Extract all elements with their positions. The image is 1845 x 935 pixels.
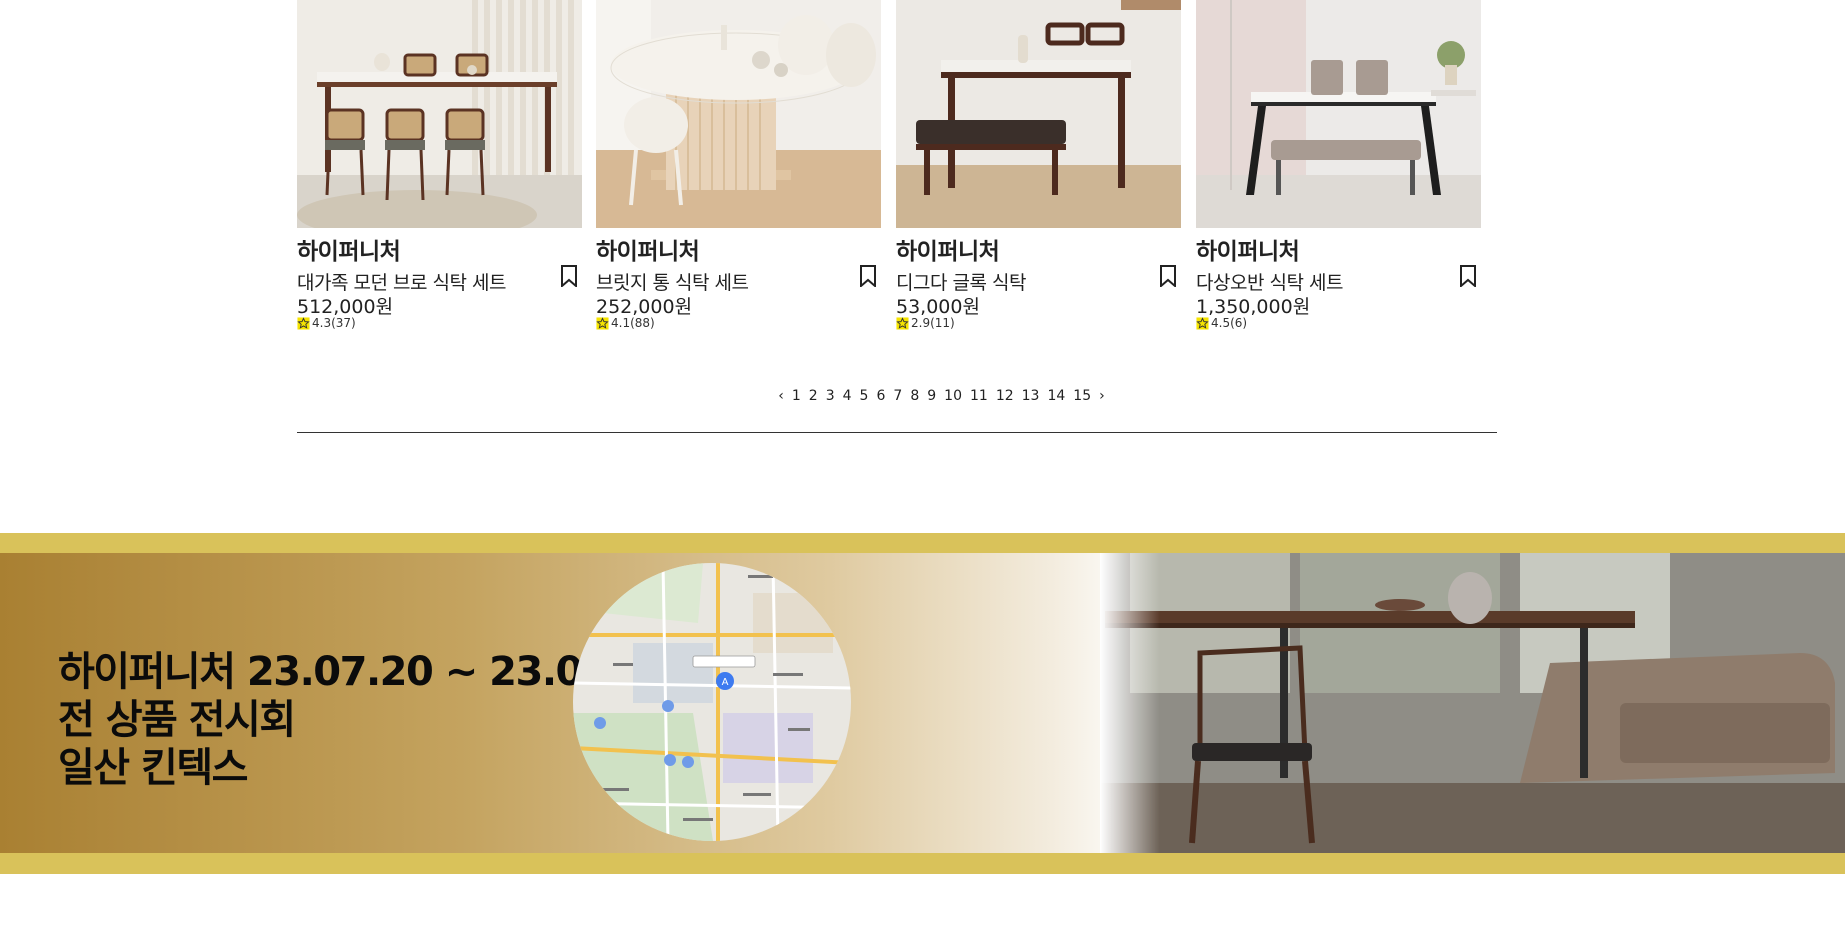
page-number[interactable]: 14 bbox=[1043, 388, 1069, 404]
rating-value: 4.1(88) bbox=[611, 316, 655, 330]
product-card[interactable]: 하이퍼니처 디그다 글록 식탁 53,000원 2.9(11) bbox=[896, 0, 1181, 330]
banner-background: 하이퍼니처 23.07.20 ~ 23.07.23 전 상품 전시회 일산 킨텍… bbox=[0, 553, 1845, 853]
product-card[interactable]: 하이퍼니처 브릿지 통 식탁 세트 252,000원 4.1(88) bbox=[596, 0, 881, 330]
product-price: 512,000원 bbox=[297, 296, 394, 318]
page-number[interactable]: 10 bbox=[940, 388, 966, 404]
next-page-button[interactable]: › bbox=[1095, 388, 1109, 404]
page-number[interactable]: 9 bbox=[923, 388, 940, 404]
brand-name: 하이퍼니처 bbox=[896, 239, 1000, 265]
product-name[interactable]: 브릿지 통 식탁 세트 bbox=[596, 268, 749, 295]
star-icon bbox=[297, 316, 310, 330]
product-grid: 하이퍼니처 대가족 모던 브로 식탁 세트 512,000원 4.3(37) 하… bbox=[297, 0, 1497, 350]
page-number[interactable]: 8 bbox=[906, 388, 923, 404]
bookmark-icon[interactable] bbox=[859, 265, 877, 287]
product-price: 53,000원 bbox=[896, 296, 980, 318]
product-rating: 4.5(6) bbox=[1196, 316, 1247, 330]
product-price: 1,350,000원 bbox=[1196, 296, 1311, 318]
page-number[interactable]: 12 bbox=[992, 388, 1018, 404]
product-price: 252,000원 bbox=[596, 296, 693, 318]
brand-name: 하이퍼니처 bbox=[1196, 239, 1300, 265]
product-card[interactable]: 하이퍼니처 다상오반 식탁 세트 1,350,000원 4.5(6) bbox=[1196, 0, 1481, 330]
star-icon bbox=[1196, 316, 1209, 330]
product-name[interactable]: 디그다 글록 식탁 bbox=[896, 268, 1026, 295]
product-rating: 4.3(37) bbox=[297, 316, 356, 330]
brand-name: 하이퍼니처 bbox=[596, 239, 700, 265]
star-icon bbox=[596, 316, 609, 330]
product-rating: 2.9(11) bbox=[896, 316, 955, 330]
section-divider bbox=[297, 432, 1497, 433]
page-number[interactable]: 5 bbox=[856, 388, 873, 404]
page-number[interactable]: 2 bbox=[805, 388, 822, 404]
bookmark-icon[interactable] bbox=[560, 265, 578, 287]
bookmark-icon[interactable] bbox=[1459, 265, 1477, 287]
svg-text:A: A bbox=[722, 677, 729, 688]
product-name[interactable]: 다상오반 식탁 세트 bbox=[1196, 268, 1343, 295]
location-map[interactable]: A bbox=[573, 563, 851, 841]
product-rating: 4.1(88) bbox=[596, 316, 655, 330]
product-image[interactable] bbox=[1196, 0, 1481, 228]
bookmark-icon[interactable] bbox=[1159, 265, 1177, 287]
product-image[interactable] bbox=[596, 0, 881, 228]
page-number[interactable]: 15 bbox=[1069, 388, 1095, 404]
page-number[interactable]: 11 bbox=[966, 388, 992, 404]
page-number[interactable]: 1 bbox=[788, 388, 805, 404]
page-number[interactable]: 4 bbox=[839, 388, 856, 404]
page-number[interactable]: 13 bbox=[1018, 388, 1044, 404]
product-image[interactable] bbox=[896, 0, 1181, 228]
product-image[interactable] bbox=[297, 0, 582, 228]
rating-value: 4.3(37) bbox=[312, 316, 356, 330]
dining-room-photo bbox=[1100, 553, 1845, 853]
pagination: ‹ 1 2 3 4 5 6 7 8 9 10 11 12 13 14 15 › bbox=[0, 388, 1845, 404]
product-card[interactable]: 하이퍼니처 대가족 모던 브로 식탁 세트 512,000원 4.3(37) bbox=[297, 0, 582, 330]
page-number[interactable]: 3 bbox=[822, 388, 839, 404]
prev-page-button[interactable]: ‹ bbox=[774, 388, 788, 404]
rating-value: 2.9(11) bbox=[911, 316, 955, 330]
product-name[interactable]: 대가족 모던 브로 식탁 세트 bbox=[297, 268, 506, 295]
page-number[interactable]: 6 bbox=[872, 388, 889, 404]
star-icon bbox=[896, 316, 909, 330]
page-number[interactable]: 7 bbox=[889, 388, 906, 404]
brand-name: 하이퍼니처 bbox=[297, 239, 401, 265]
rating-value: 4.5(6) bbox=[1211, 316, 1248, 330]
exhibition-banner[interactable]: 하이퍼니처 23.07.20 ~ 23.07.23 전 상품 전시회 일산 킨텍… bbox=[0, 533, 1845, 874]
